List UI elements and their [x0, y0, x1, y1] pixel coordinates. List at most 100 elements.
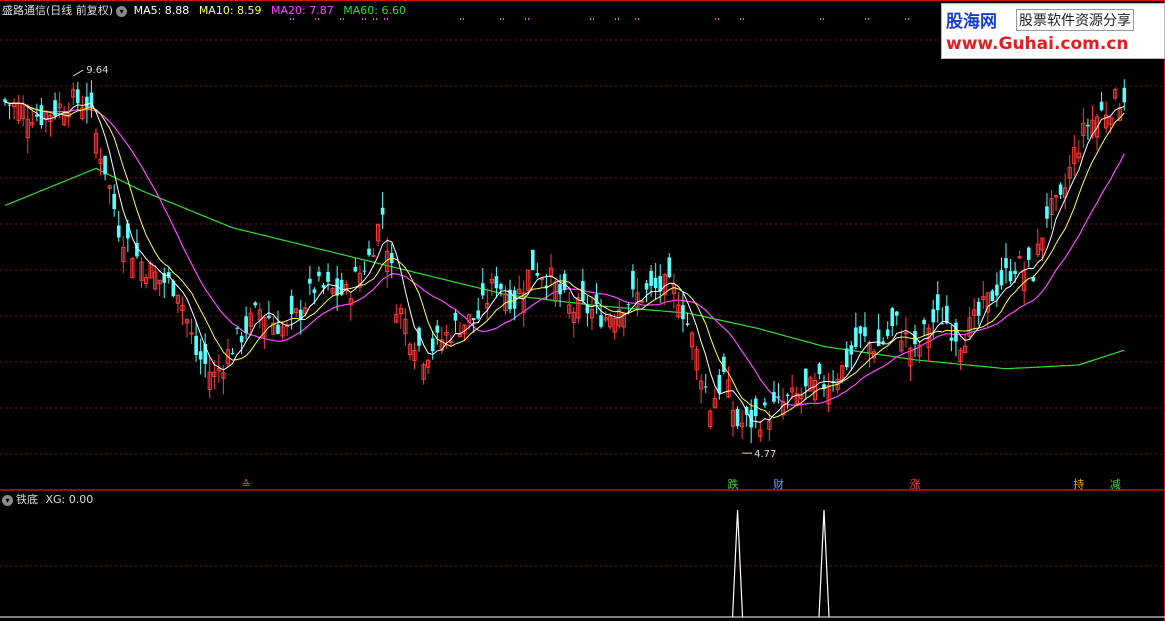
candle-body-down — [703, 386, 708, 388]
candle-body-down — [785, 394, 790, 397]
logo-brand: 股海网 — [946, 12, 997, 32]
candle-body-down — [890, 308, 895, 327]
candle-body-down — [949, 337, 954, 341]
candle-body-down — [999, 269, 1004, 286]
candle-body-down — [1099, 101, 1104, 111]
candle-body-down — [239, 335, 244, 343]
candle-body-down — [804, 368, 808, 387]
candle-body-down — [895, 311, 899, 316]
kline-chart[interactable]: 9.64 4.77 ≙ 跌 财 涨 持 减 — [0, 0, 1165, 621]
candle-body-down — [667, 257, 672, 278]
candle-body-down — [717, 374, 722, 394]
guhai-logo: 股海网 股票软件资源分享 www.Guhai.com.cn — [941, 3, 1165, 59]
candle-body-down — [599, 315, 603, 327]
candle-body-down — [353, 266, 358, 272]
candle-body-down — [876, 329, 881, 347]
candle-body-down — [380, 207, 385, 215]
candle-body-down — [735, 409, 740, 427]
candle-body-down — [954, 322, 958, 342]
candle-body-up — [448, 341, 453, 344]
candle-body-up — [639, 300, 645, 303]
candle-body-down — [854, 327, 858, 348]
candle-body-down — [558, 283, 562, 295]
candle-body-down — [312, 289, 317, 293]
candle-body-down — [3, 99, 7, 102]
candle-body-down — [990, 290, 995, 302]
chart-grid — [0, 0, 1165, 621]
candle-body-down — [931, 309, 935, 323]
chart-menu-toggle[interactable]: ▾ — [116, 5, 128, 17]
candle-body-down — [267, 315, 271, 318]
chart-header: 盛路通信(日线 前复权) ▾ MA5: 8.88 MA10: 8.59 MA20:… — [2, 4, 406, 18]
low-marker-label: 4.77 — [754, 449, 776, 460]
candle-body-down — [863, 327, 867, 337]
candle-body-down — [658, 275, 662, 292]
candle-body-down — [1058, 184, 1063, 195]
candle-body-down — [194, 335, 198, 355]
candle-body-down — [1045, 206, 1049, 219]
candle-body-down — [858, 326, 863, 334]
ma10-legend: MA10: 8.59 — [198, 4, 262, 17]
candle-body-down — [235, 327, 239, 329]
candle-body-up — [903, 332, 908, 335]
candle-body-down — [976, 301, 981, 316]
candle-body-down — [253, 302, 258, 306]
candle-body-down — [881, 341, 885, 344]
candle-body-down — [653, 277, 658, 289]
candle-body-down — [844, 348, 849, 368]
candle-body-down — [430, 338, 435, 352]
candle-body-down — [531, 249, 535, 271]
candle-body-down — [362, 270, 367, 272]
candle-body-down — [112, 193, 116, 210]
event-label: ≙ — [242, 478, 251, 491]
candle-body-down — [494, 276, 499, 289]
candle-body-down — [945, 305, 949, 324]
candle-body-down — [772, 392, 776, 402]
indicator-menu-toggle[interactable]: ▾ — [2, 494, 13, 506]
candle-body-down — [476, 310, 480, 319]
indicator-name: 铁底 — [16, 493, 38, 506]
candle-body-down — [367, 248, 371, 256]
candle-body-down — [116, 225, 121, 238]
candle-body-down — [649, 270, 653, 287]
candle-body-down — [103, 155, 107, 175]
ma60-legend: MA60: 6.60 — [343, 4, 406, 17]
candle-body-down — [849, 345, 854, 355]
candle-body-down — [126, 223, 130, 239]
candle-body-down — [7, 104, 12, 106]
candle-body-down — [85, 96, 89, 108]
candle-body-down — [922, 319, 926, 325]
indicator-header: ▾ 铁底 XG: 0.00 — [2, 493, 93, 507]
ma5-legend: MA5: 8.88 — [133, 4, 190, 17]
candle-body-down — [685, 323, 690, 325]
candle-body-down — [776, 396, 781, 398]
candle-body-down — [1008, 271, 1013, 282]
candle-body-down — [499, 283, 503, 290]
candle-body-up — [371, 255, 376, 258]
candle-body-down — [39, 105, 44, 126]
candle-body-down — [631, 270, 635, 290]
candle-body-down — [453, 312, 458, 321]
logo-url: www.Guhai.com.cn — [946, 34, 1129, 54]
candle-body-down — [1026, 247, 1031, 260]
candle-body-down — [244, 316, 248, 333]
candle-body-down — [326, 271, 330, 282]
event-label: 持 — [1073, 477, 1084, 491]
high-marker-label: 9.64 — [86, 65, 108, 76]
candle-body-down — [644, 283, 649, 290]
candle-body-down — [935, 294, 940, 311]
candle-body-down — [289, 295, 294, 315]
event-label: 跌 — [728, 477, 739, 491]
indicator-value: XG: 0.00 — [45, 493, 94, 506]
candle-body-down — [198, 351, 203, 360]
event-label: 减 — [1110, 478, 1121, 491]
candle-body-down — [317, 271, 321, 277]
event-label: 涨 — [910, 478, 921, 491]
logo-subtitle: 股票软件资源分享 — [1016, 9, 1134, 31]
candle-body-down — [1086, 124, 1090, 127]
candle-body-down — [471, 318, 476, 321]
candle-body-down — [885, 329, 890, 336]
event-label: 财 — [773, 477, 784, 491]
candle-body-down — [763, 402, 767, 406]
candle-body-down — [1013, 270, 1017, 275]
